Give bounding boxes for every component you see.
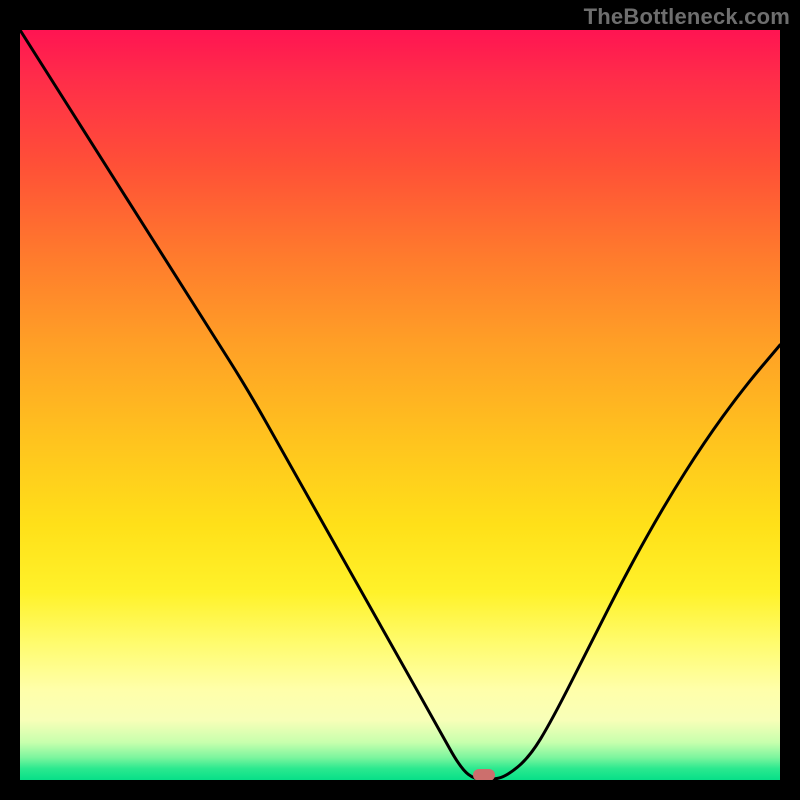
optimal-marker — [473, 769, 495, 780]
watermark-text: TheBottleneck.com — [584, 4, 790, 30]
plot-area — [20, 30, 780, 780]
curve-path — [20, 30, 780, 780]
chart-frame: TheBottleneck.com — [0, 0, 800, 800]
bottleneck-curve — [20, 30, 780, 780]
